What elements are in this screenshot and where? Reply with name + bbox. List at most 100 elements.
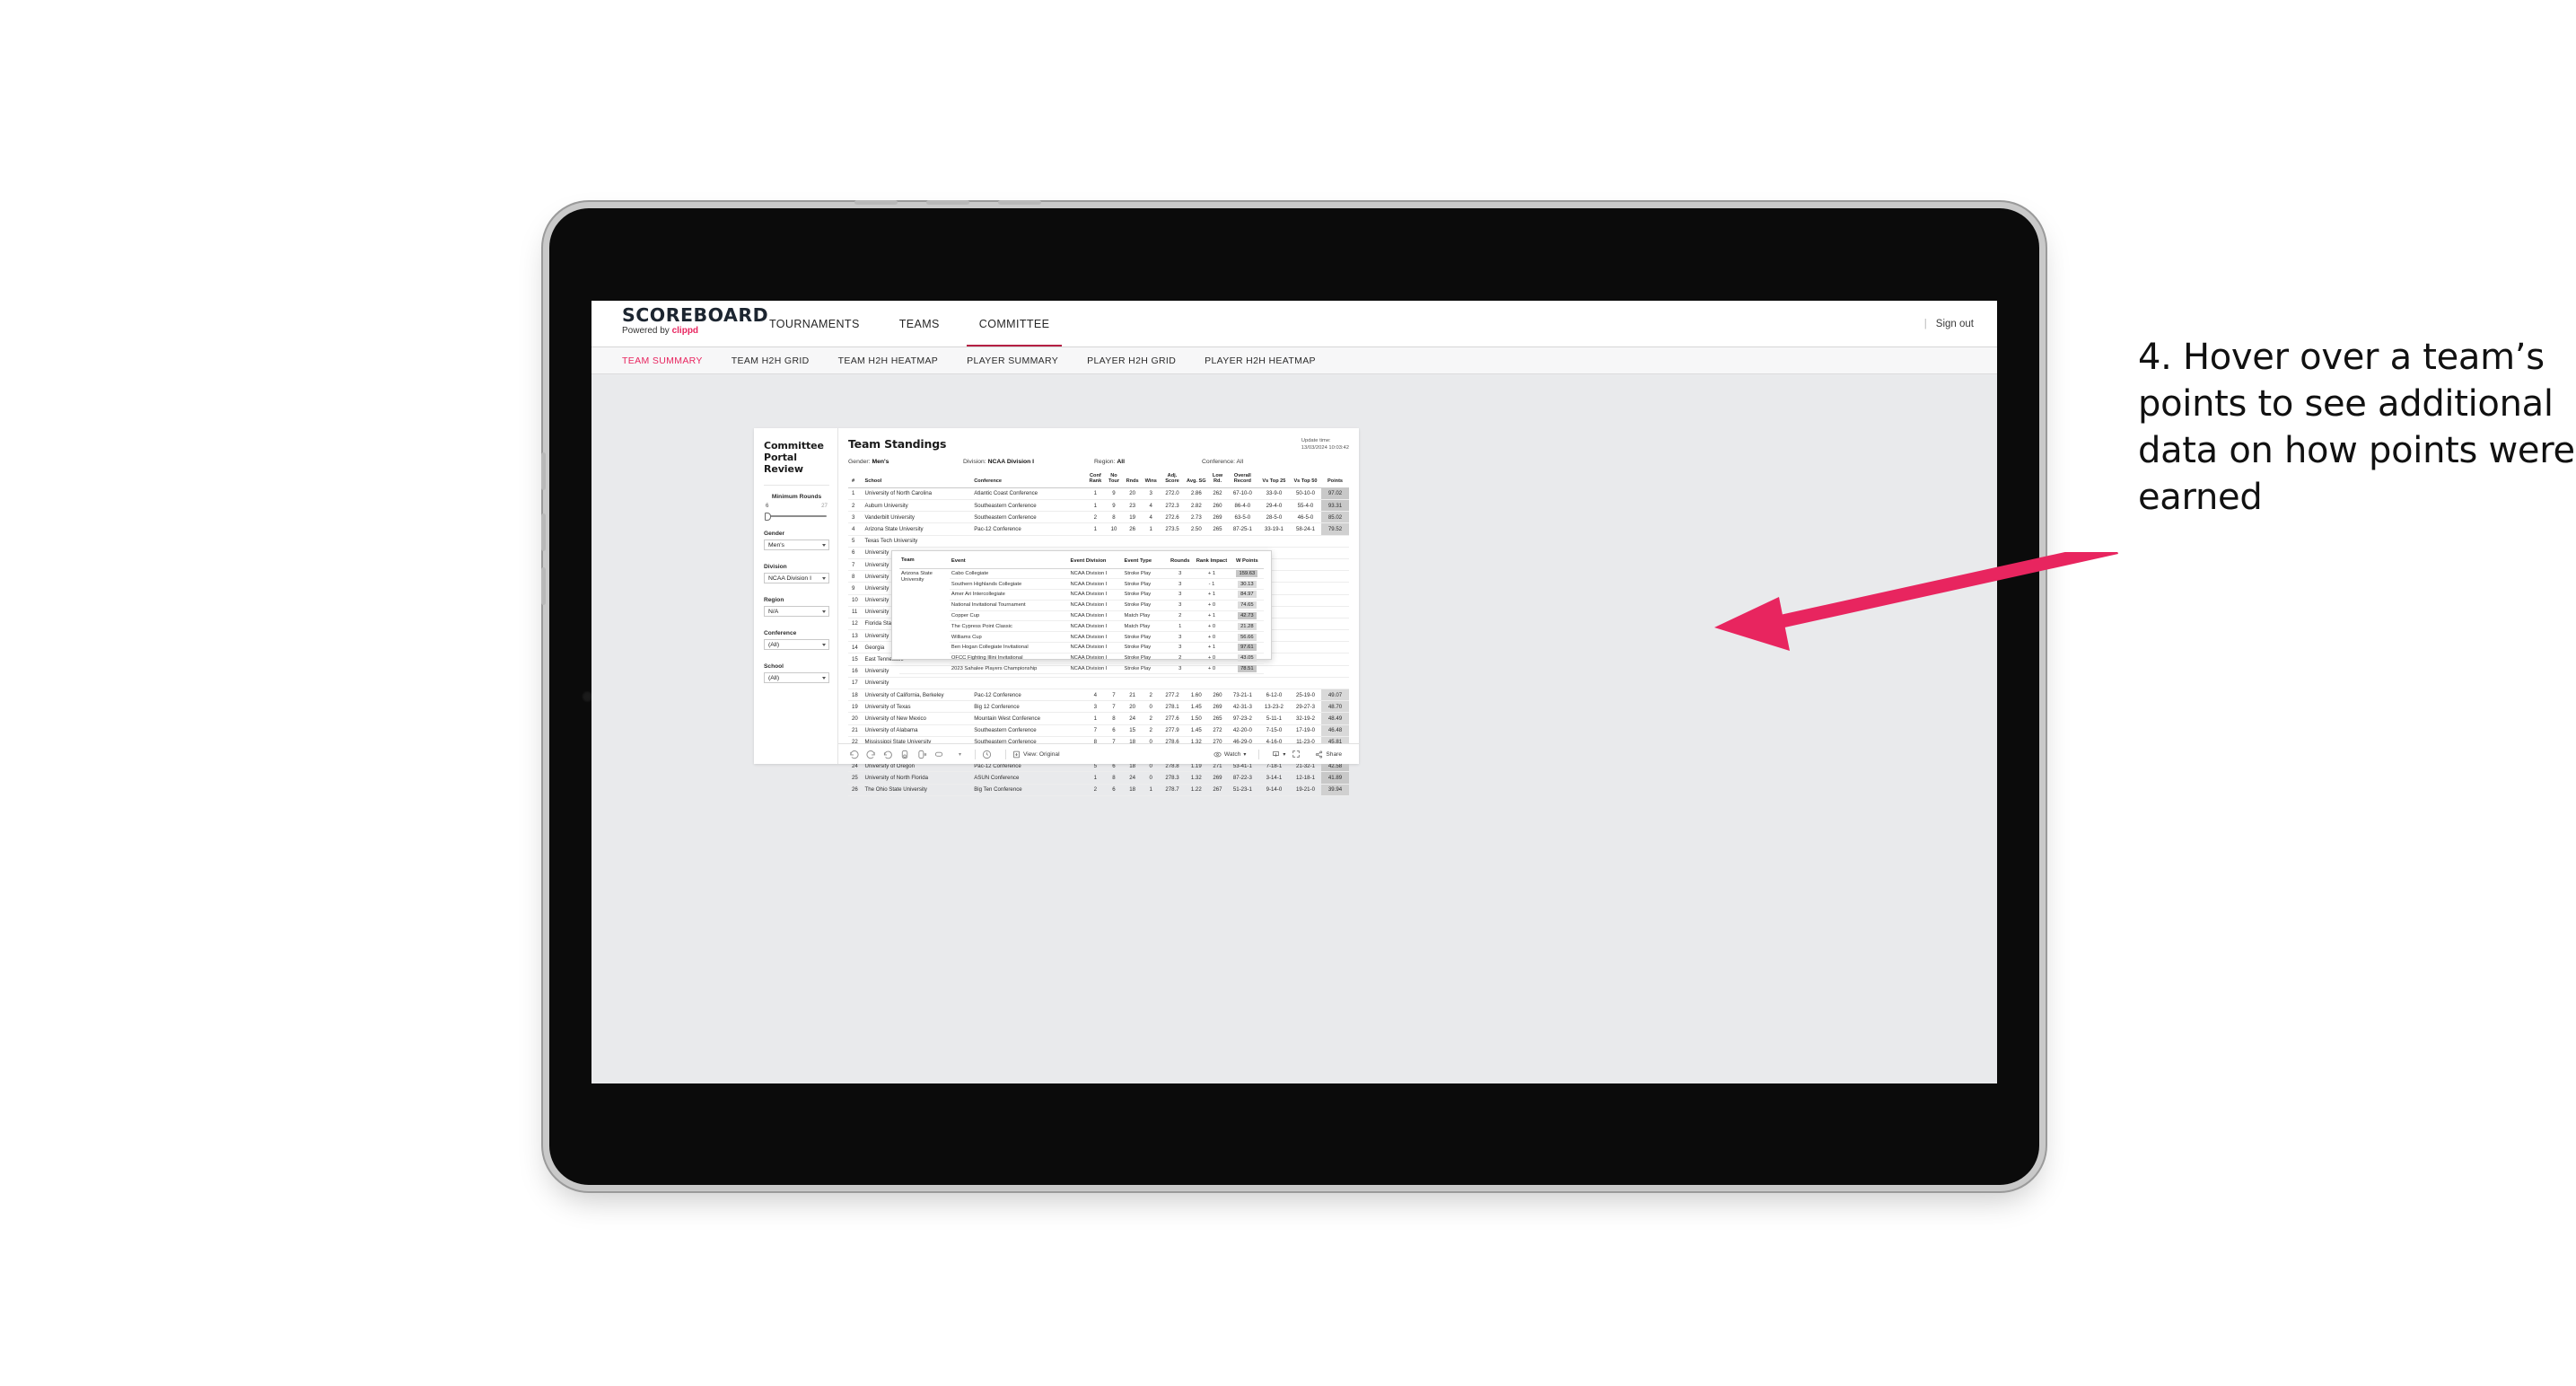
division-select[interactable]: NCAA Division I <box>764 573 829 583</box>
adj-score-cell: 278.7 <box>1160 784 1185 796</box>
conference-cell: Atlantic Coast Conference <box>973 487 1087 501</box>
w-points-value: 42.73 <box>1238 612 1257 620</box>
col-conference[interactable]: Conference <box>973 471 1087 488</box>
minimum-rounds-slider[interactable] <box>765 512 827 521</box>
table-row[interactable]: 17 University <box>848 677 1349 690</box>
col-school[interactable]: School <box>863 471 974 488</box>
filter-divider <box>764 485 829 486</box>
avg-sg-cell: 1.60 <box>1184 689 1209 702</box>
no-tour-cell: 6 <box>1104 784 1124 796</box>
redo-icon[interactable] <box>866 750 883 759</box>
nav-item-teams[interactable]: TEAMS <box>880 301 959 346</box>
mute-button[interactable] <box>541 567 546 605</box>
volume-down-button[interactable] <box>541 513 546 551</box>
alerts-icon[interactable] <box>934 750 951 759</box>
overall-record-cell: 67-10-0 <box>1226 487 1258 501</box>
conference-select[interactable]: (All) <box>764 639 829 650</box>
table-row[interactable]: 2 Auburn University Southeastern Conferenc… <box>848 499 1349 513</box>
revert-icon[interactable] <box>883 750 900 759</box>
tab-team-summary[interactable]: TEAM SUMMARY <box>622 355 703 366</box>
brand-logo[interactable]: SCOREBOARD Powered by clippd <box>591 301 768 346</box>
table-row[interactable]: 25 University of North Florida ASUN Confer… <box>848 771 1349 785</box>
col-adj-score[interactable]: Adj. Score <box>1160 471 1185 488</box>
points-cell[interactable]: 79.52 <box>1321 522 1349 536</box>
tooltip-rounds-cell: 3 <box>1167 642 1194 654</box>
view-original-button[interactable]: View: Original <box>1012 750 1060 759</box>
tab-player-h2h-grid[interactable]: PLAYER H2H GRID <box>1087 355 1176 366</box>
low-rd-cell: 262 <box>1208 487 1227 501</box>
dropdown-caret-icon[interactable]: ▾ <box>951 751 968 758</box>
tab-player-h2h-heatmap[interactable]: PLAYER H2H HEATMAP <box>1205 355 1316 366</box>
col-overall-record[interactable]: Overall Record <box>1226 471 1258 488</box>
table-row[interactable]: 3 Vanderbilt University Southeastern Confe… <box>848 511 1349 524</box>
pause-updates-icon[interactable] <box>917 750 934 759</box>
points-cell[interactable]: 46.48 <box>1321 724 1349 737</box>
col-conf-rank[interactable]: Conf Rank <box>1086 471 1105 488</box>
points-cell[interactable]: 48.49 <box>1321 712 1349 725</box>
filter-conference: Conference (All) <box>764 630 829 650</box>
tab-player-summary[interactable]: PLAYER SUMMARY <box>967 355 1058 366</box>
table-row[interactable]: 4 Arizona State University Pac-12 Conferen… <box>848 522 1349 536</box>
region-select[interactable]: N/A <box>764 606 829 617</box>
col-vs-top-25[interactable]: Vs Top 25 <box>1257 471 1290 488</box>
filter-division: Division NCAA Division I <box>764 564 829 583</box>
no-tour-cell: 10 <box>1104 522 1124 536</box>
col-avg-sg[interactable]: Avg. SG <box>1184 471 1209 488</box>
points-cell[interactable]: 41.89 <box>1321 771 1349 785</box>
col-rank[interactable]: # <box>848 471 864 488</box>
tooltip-rounds-cell: 3 <box>1167 631 1194 643</box>
tooltip-event-division-cell: NCAA Division I <box>1068 568 1123 580</box>
col-rnds[interactable]: Rnds <box>1123 471 1142 488</box>
table-row[interactable]: 19 University of Texas Big 12 Conference 3 7… <box>848 700 1349 714</box>
nav-item-committee[interactable]: COMMITTEE <box>959 301 1070 346</box>
undo-icon[interactable] <box>849 750 866 759</box>
refresh-data-icon[interactable] <box>900 750 917 759</box>
vs-top-25-cell: 3-14-1 <box>1257 771 1290 785</box>
primary-nav: TOURNAMENTS TEAMS COMMITTEE <box>749 301 1069 346</box>
watch-button[interactable]: Watch ▾ <box>1214 750 1246 759</box>
school-select[interactable]: (All) <box>764 672 829 683</box>
standings-header: Team Standings Update time: 13/03/2024 1… <box>848 437 1349 452</box>
adj-score-cell: 278.1 <box>1160 700 1185 714</box>
antenna-line-2 <box>926 200 969 205</box>
sign-out-link[interactable]: Sign out <box>1936 319 1974 329</box>
tab-team-h2h-heatmap[interactable]: TEAM H2H HEATMAP <box>838 355 939 366</box>
adj-score-cell: 278.3 <box>1160 771 1185 785</box>
overall-record-cell: 97-23-2 <box>1226 712 1258 725</box>
tooltip-event-type-cell: Stroke Play <box>1122 568 1168 580</box>
nav-item-tournaments[interactable]: TOURNAMENTS <box>749 301 880 346</box>
volume-up-button[interactable] <box>541 452 546 490</box>
col-low-rd[interactable]: Low Rd. <box>1208 471 1227 488</box>
share-button[interactable]: Share <box>1315 750 1342 759</box>
share-label: Share <box>1326 750 1342 758</box>
custom-views-icon[interactable] <box>982 750 999 759</box>
conf-rank-cell: 3 <box>1086 700 1105 714</box>
slider-handle[interactable] <box>765 512 771 521</box>
table-row[interactable]: 5 Texas Tech University <box>848 535 1349 548</box>
tooltip-rank-impact-cell: + 0 <box>1193 653 1231 664</box>
col-points[interactable]: Points <box>1321 471 1349 488</box>
table-row[interactable]: 26 The Ohio State University Big Ten Confe… <box>848 784 1349 796</box>
points-cell[interactable]: 39.94 <box>1321 784 1349 796</box>
col-no-tour[interactable]: No Tour <box>1104 471 1124 488</box>
power-button[interactable] <box>998 200 1041 205</box>
tooltip-event-type-cell: Stroke Play <box>1122 642 1168 654</box>
gender-select[interactable]: Men's <box>764 539 829 550</box>
w-points-value: 43.05 <box>1238 654 1257 662</box>
tooltip-rounds-cell: 3 <box>1167 600 1194 611</box>
table-row[interactable]: 21 University of Alabama Southeastern Conf… <box>848 724 1349 737</box>
points-cell[interactable]: 97.02 <box>1321 487 1349 501</box>
col-wins[interactable]: Wins <box>1141 471 1161 488</box>
download-button[interactable]: ▾ <box>1272 750 1285 759</box>
col-vs-top-50[interactable]: Vs Top 50 <box>1289 471 1321 488</box>
table-row[interactable]: 18 University of California, Berkeley Pac-… <box>848 689 1349 702</box>
points-cell[interactable]: 85.02 <box>1321 511 1349 524</box>
fullscreen-icon[interactable] <box>1292 750 1309 759</box>
tooltip-rank-impact-cell: + 1 <box>1193 642 1231 654</box>
table-row[interactable]: 20 University of New Mexico Mountain West … <box>848 712 1349 725</box>
points-cell[interactable]: 93.31 <box>1321 499 1349 513</box>
points-cell[interactable]: 49.07 <box>1321 689 1349 702</box>
tab-team-h2h-grid[interactable]: TEAM H2H GRID <box>732 355 810 366</box>
table-row[interactable]: 1 University of North Carolina Atlantic Co… <box>848 487 1349 501</box>
points-cell[interactable]: 48.70 <box>1321 700 1349 714</box>
